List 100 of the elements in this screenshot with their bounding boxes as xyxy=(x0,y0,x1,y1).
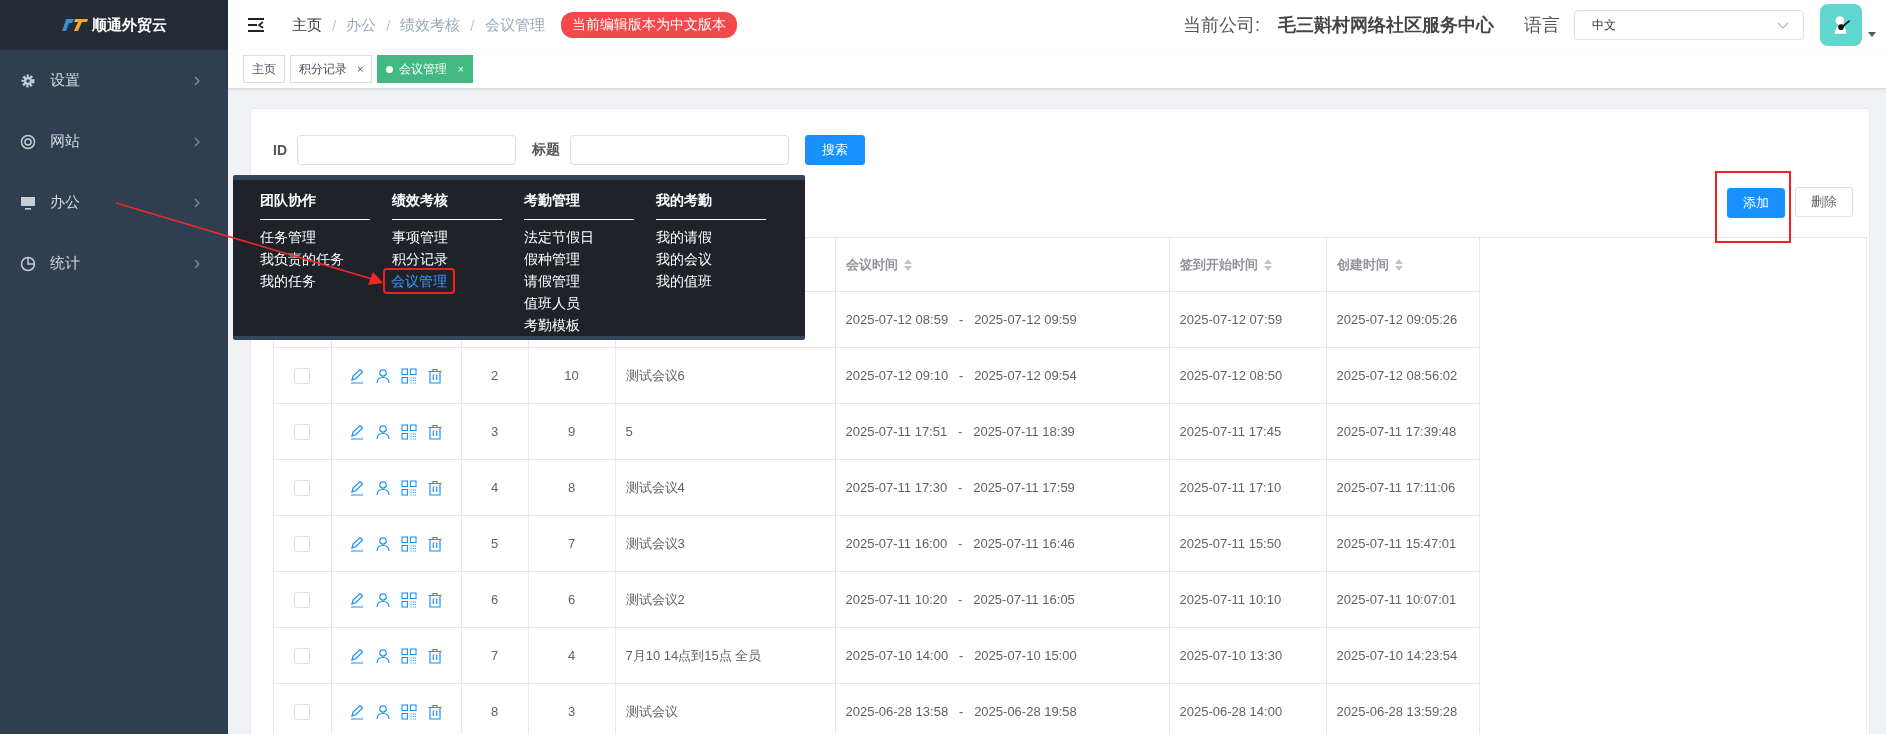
menu-item[interactable]: 请假管理 xyxy=(524,270,580,292)
table-cell: 2025-07-11 10:07:01 xyxy=(1336,592,1457,607)
close-tab-button[interactable]: × xyxy=(357,63,364,75)
row-checkbox[interactable] xyxy=(294,479,311,496)
row-checkbox[interactable] xyxy=(294,423,311,440)
menu-item[interactable]: 任务管理 xyxy=(260,226,316,248)
chevron-right-icon xyxy=(194,197,200,208)
edit-icon[interactable] xyxy=(349,423,365,440)
menu-item[interactable]: 我的请假 xyxy=(656,226,712,248)
table-cell: 2025-07-11 17:11:06 xyxy=(1336,480,1456,495)
edit-icon[interactable] xyxy=(349,479,365,496)
page-tab[interactable]: 积分记录 × xyxy=(290,55,373,83)
user-icon[interactable] xyxy=(375,423,391,440)
edit-icon[interactable] xyxy=(349,367,365,384)
chevron-right-icon xyxy=(194,258,200,269)
qr-code-icon[interactable] xyxy=(401,591,417,608)
menu-group-title: 考勤管理 xyxy=(524,192,634,220)
sidebar-item[interactable]: 统计 xyxy=(0,233,228,294)
row-checkbox[interactable] xyxy=(294,367,311,384)
table-cell: 2025-07-10 14:23:54 xyxy=(1336,648,1458,663)
table-cell: 4 xyxy=(490,480,499,495)
sort-icon[interactable] xyxy=(1263,258,1272,271)
user-icon[interactable] xyxy=(375,703,391,720)
trash-icon[interactable] xyxy=(427,479,443,496)
row-checkbox[interactable] xyxy=(294,591,311,608)
menu-item[interactable]: 假种管理 xyxy=(524,248,580,270)
field-label: ID xyxy=(273,142,287,158)
table-cell: 2025-07-11 15:50 xyxy=(1179,536,1282,551)
language-label: 语言 xyxy=(1524,14,1560,37)
field-label: 标题 xyxy=(532,141,560,159)
edit-icon[interactable] xyxy=(349,535,365,552)
table-cell: 测试会议4 xyxy=(625,479,685,495)
trash-icon[interactable] xyxy=(427,647,443,664)
menu-item[interactable]: 法定节假日 xyxy=(524,226,594,248)
active-dot-icon xyxy=(386,65,394,73)
table-cell: 2025-07-11 17:39:48 xyxy=(1336,424,1457,439)
sort-icon[interactable] xyxy=(1394,258,1403,271)
trash-icon[interactable] xyxy=(427,535,443,552)
breadcrumb-item[interactable]: 主页 xyxy=(292,15,322,35)
table-cell: 2025-07-11 15:47:01 xyxy=(1336,536,1457,551)
breadcrumb-separator: / xyxy=(470,16,475,34)
table-cell: 2025-06-28 14:00 xyxy=(1179,704,1283,719)
table-cell: 2025-07-12 08:59 - 2025-07-12 09:59 xyxy=(845,312,1077,327)
input-field[interactable] xyxy=(570,135,789,165)
sidebar-item[interactable]: 网站 xyxy=(0,111,228,172)
row-checkbox[interactable] xyxy=(294,647,311,664)
menu-toggle-icon[interactable] xyxy=(248,18,264,32)
table-cell: 3 xyxy=(490,424,499,439)
trash-icon[interactable] xyxy=(427,423,443,440)
qr-code-icon[interactable] xyxy=(401,535,417,552)
menu-item[interactable]: 我的值班 xyxy=(656,270,712,292)
menu-item[interactable]: 积分记录 xyxy=(392,248,448,270)
menu-item[interactable]: 会议管理 xyxy=(385,270,453,292)
edit-icon[interactable] xyxy=(349,703,365,720)
table-cell: 测试会议6 xyxy=(625,367,685,383)
menu-item[interactable]: 事项管理 xyxy=(392,226,448,248)
menu-item[interactable]: 我的任务 xyxy=(260,270,316,292)
chevron-right-icon xyxy=(194,136,200,147)
delete-button[interactable]: 删除 xyxy=(1795,187,1853,217)
user-icon[interactable] xyxy=(375,647,391,664)
chevron-down-icon xyxy=(1777,21,1789,29)
user-icon[interactable] xyxy=(375,591,391,608)
avatar[interactable] xyxy=(1820,4,1862,46)
menu-item[interactable]: 考勤模板 xyxy=(524,314,580,336)
row-checkbox[interactable] xyxy=(294,535,311,552)
table-cell: 2025-07-11 10:20 - 2025-07-11 16:05 xyxy=(845,592,1075,607)
menu-item[interactable]: 我的会议 xyxy=(656,248,712,270)
sidebar-item[interactable]: 设置 xyxy=(0,50,228,111)
brand-name: 顺通外贸云 xyxy=(91,15,167,35)
trash-icon[interactable] xyxy=(427,591,443,608)
trash-icon[interactable] xyxy=(427,367,443,384)
table-cell: 2025-07-11 10:10 xyxy=(1179,592,1282,607)
pie-chart-icon xyxy=(20,255,36,272)
user-icon[interactable] xyxy=(375,367,391,384)
user-icon[interactable] xyxy=(375,535,391,552)
caret-down-icon[interactable] xyxy=(1868,31,1876,37)
edit-icon[interactable] xyxy=(349,591,365,608)
table-cell: 3 xyxy=(567,704,576,719)
qr-code-icon[interactable] xyxy=(401,479,417,496)
row-checkbox[interactable] xyxy=(294,703,311,720)
table-cell: 2025-07-11 16:00 - 2025-07-11 16:46 xyxy=(845,536,1075,551)
user-icon[interactable] xyxy=(375,479,391,496)
table-cell: 测试会议3 xyxy=(625,535,685,551)
trash-icon[interactable] xyxy=(427,703,443,720)
sidebar-item[interactable]: 办公 xyxy=(0,172,228,233)
sort-icon[interactable] xyxy=(903,258,912,271)
language-select[interactable]: 中文 xyxy=(1574,10,1804,40)
page-tab[interactable]: 主页 xyxy=(243,55,285,83)
qr-code-icon[interactable] xyxy=(401,367,417,384)
table-cell: 2025-07-12 09:05:26 xyxy=(1336,312,1458,327)
menu-item[interactable]: 值班人员 xyxy=(524,292,580,314)
input-field[interactable] xyxy=(297,135,516,165)
qr-code-icon[interactable] xyxy=(401,423,417,440)
chevron-right-icon xyxy=(194,75,200,86)
edit-icon[interactable] xyxy=(349,647,365,664)
qr-code-icon[interactable] xyxy=(401,647,417,664)
table-cell: 2 xyxy=(490,368,499,383)
table-cell: 6 xyxy=(567,592,576,607)
qr-code-icon[interactable] xyxy=(401,703,417,720)
table-cell: 2025-07-10 13:30 xyxy=(1179,648,1283,663)
